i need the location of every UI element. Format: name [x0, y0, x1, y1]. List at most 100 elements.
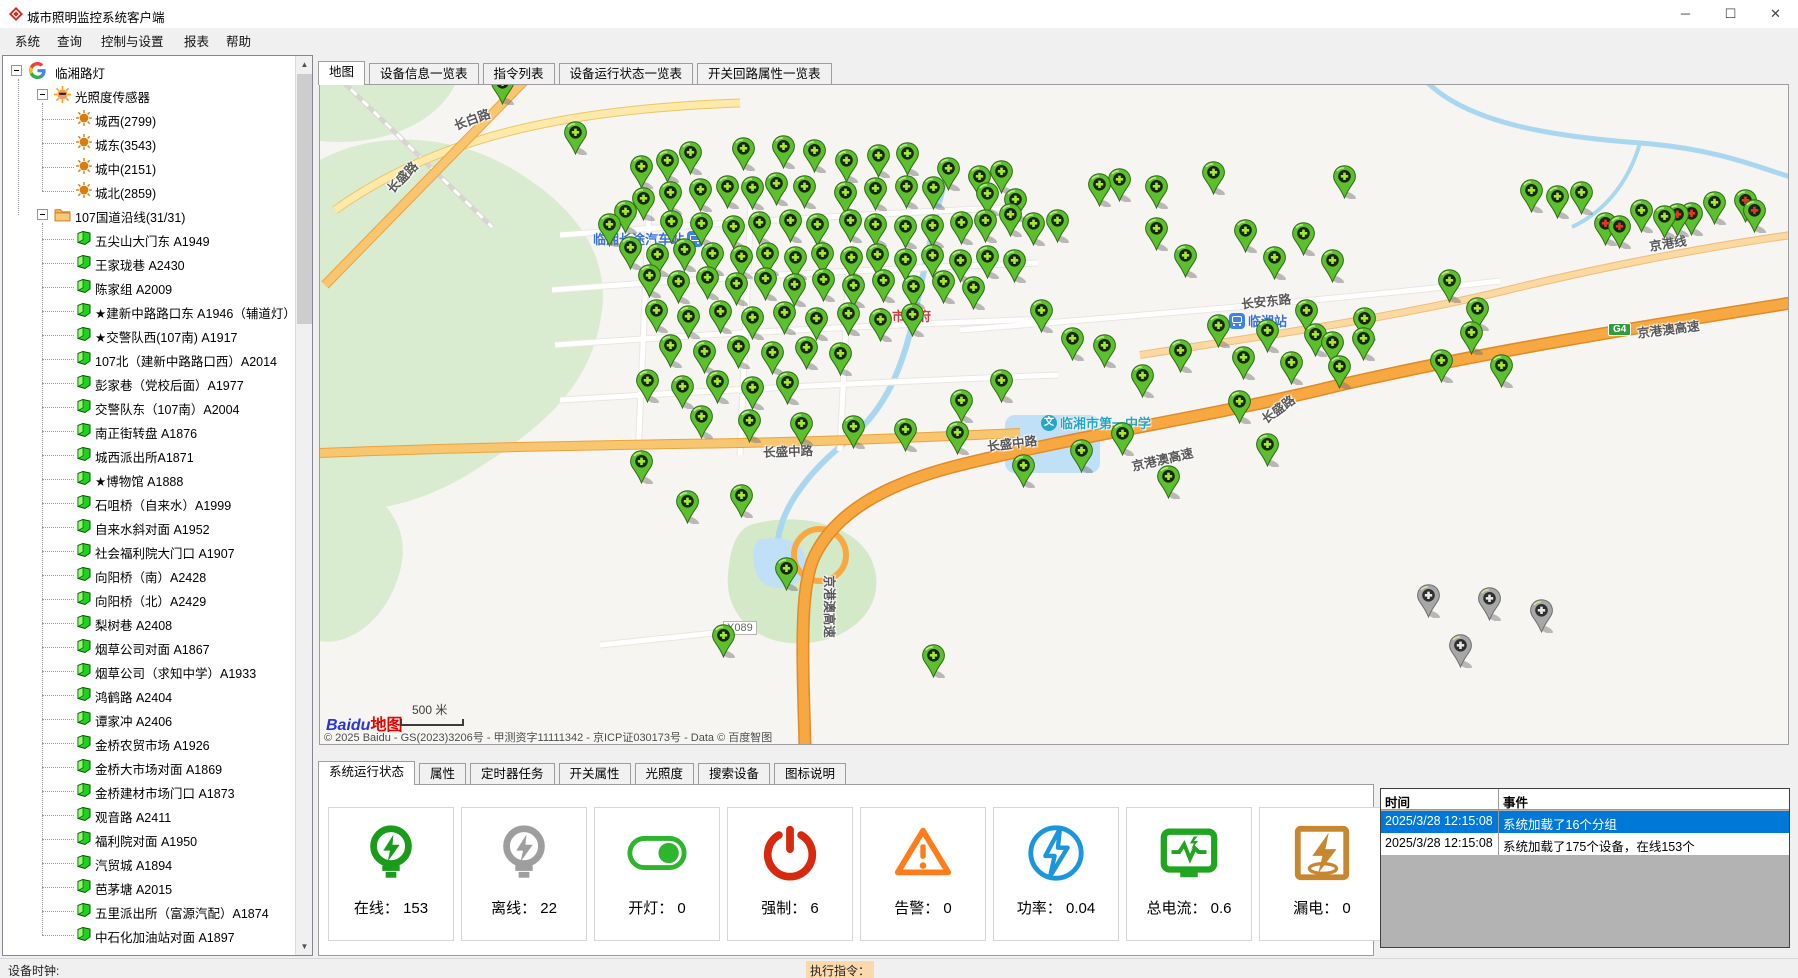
map-pin-device[interactable] [1206, 314, 1231, 353]
tree-item-device[interactable]: 鸿鹤路 A2404 [3, 683, 312, 707]
map-pin-device[interactable] [1255, 433, 1280, 472]
map-pin-device[interactable] [1201, 161, 1226, 200]
map-pin-device[interactable] [775, 371, 800, 410]
map-pin-device[interactable] [705, 370, 730, 409]
tree-item-device[interactable]: 城西派出所A1871 [3, 443, 312, 467]
map-pin-device[interactable] [737, 409, 762, 448]
map-pin-device[interactable] [836, 302, 861, 341]
tree-expander-icon[interactable] [37, 209, 48, 220]
event-row[interactable]: 2025/3/28 12:15:08系统加载了16个分组 [1381, 811, 1789, 833]
map-pin-device[interactable] [921, 644, 946, 683]
map-pin-device[interactable] [1437, 269, 1462, 308]
tree-item-device[interactable]: 交警队东（107南）A2004 [3, 395, 312, 419]
map-pin-device[interactable] [563, 121, 588, 160]
map-pin-device[interactable] [1002, 249, 1027, 288]
tree-item-device[interactable]: 石咀桥（自来水）A1999 [3, 491, 312, 515]
map-pin-device[interactable] [1060, 327, 1085, 366]
map-pin-device[interactable] [490, 84, 515, 110]
menu-item-1[interactable]: 查询 [51, 32, 88, 52]
map-pin-device[interactable] [1279, 351, 1304, 390]
map-pin-device[interactable] [828, 342, 853, 381]
minimize-button[interactable]: ─ [1663, 0, 1708, 28]
map-pin-offline[interactable] [1477, 587, 1502, 626]
tree-item-device[interactable]: 烟草公司对面 A1867 [3, 635, 312, 659]
tree-item-sensor[interactable]: 城西(2799) [3, 107, 312, 131]
bottom-tab-2[interactable]: 定时器任务 [470, 763, 555, 784]
map-canvas[interactable]: 长白路长盛路长安东路京港线长盛路长盛中路长盛中路京港澳高速京港澳高速京港澳高速X… [319, 84, 1789, 745]
map-pin-device[interactable] [1327, 355, 1352, 394]
map-pin-device[interactable] [1087, 173, 1112, 212]
map-tab-4[interactable]: 开关回路属性一览表 [697, 63, 832, 84]
tree-item-sensor[interactable]: 城东(3543) [3, 131, 312, 155]
map-pin-device[interactable] [1519, 179, 1544, 218]
map-pin-device[interactable] [726, 335, 751, 374]
map-pin-device[interactable] [678, 141, 703, 180]
map-tab-3[interactable]: 设备运行状态一览表 [559, 63, 694, 84]
map-pin-device[interactable] [838, 209, 863, 248]
map-pin-device[interactable] [1144, 175, 1169, 214]
map-pin-device[interactable] [637, 264, 662, 303]
map-pin-device[interactable] [1291, 222, 1316, 261]
map-pin-device[interactable] [794, 336, 819, 375]
tree-item-device[interactable]: 金桥农贸市场 A1926 [3, 731, 312, 755]
map-pin-device[interactable] [778, 209, 803, 248]
map-pin-device[interactable] [629, 450, 654, 489]
tree-item-device[interactable]: 五里派出所（富源汽配）A1874 [3, 899, 312, 923]
tree-item-device[interactable]: 福利院对面 A1950 [3, 827, 312, 851]
tree-item-sensor[interactable]: 城中(2151) [3, 155, 312, 179]
map-pin-device[interactable] [729, 484, 754, 523]
map-pin-device[interactable] [1255, 319, 1280, 358]
tree-item-device[interactable]: 自来水斜对面 A1952 [3, 515, 312, 539]
map-pin-device[interactable] [811, 268, 836, 307]
tree-item-device[interactable]: 梨树巷 A2408 [3, 611, 312, 635]
map-pin-device[interactable] [1227, 390, 1252, 429]
map-pin-device[interactable] [1092, 334, 1117, 373]
map-pin-device[interactable] [802, 139, 827, 178]
scroll-down-icon[interactable]: ▼ [296, 938, 313, 955]
map-pin-device[interactable] [1130, 364, 1155, 403]
map-pin-device[interactable] [1569, 181, 1594, 220]
map-pin-device[interactable] [1489, 354, 1514, 393]
map-pin-device[interactable] [1029, 299, 1054, 338]
map-pin-device[interactable] [871, 269, 896, 308]
map-pin-device[interactable] [708, 300, 733, 339]
tree-item-device[interactable]: 谭家冲 A2406 [3, 707, 312, 731]
tree-item-device[interactable]: 金桥大市场对面 A1869 [3, 755, 312, 779]
menu-item-4[interactable]: 帮助 [220, 32, 257, 52]
bottom-tab-1[interactable]: 属性 [419, 763, 466, 784]
map-pin-device[interactable] [644, 299, 669, 338]
map-pin-offline[interactable] [1416, 584, 1441, 623]
menu-item-2[interactable]: 控制与设置 [95, 32, 170, 52]
maximize-button[interactable]: ☐ [1708, 0, 1753, 28]
map-pin-device[interactable] [894, 175, 919, 214]
tree-item-device[interactable]: 南正街转盘 A1876 [3, 419, 312, 443]
map-tab-0-active[interactable]: 地图 [318, 61, 365, 85]
tree-item-device[interactable]: 汽贸城 A1894 [3, 851, 312, 875]
map-pin-device[interactable] [675, 490, 700, 529]
event-row[interactable]: 2025/3/28 12:15:08系统加载了175个设备，在线153个 [1381, 833, 1789, 855]
scroll-up-icon[interactable]: ▲ [296, 56, 313, 73]
tree-item-device[interactable]: 陈家组 A2009 [3, 275, 312, 299]
tree-item-device[interactable]: 芭茅塘 A2015 [3, 875, 312, 899]
tree-item-device[interactable]: 彭家巷（党校后面）A1977 [3, 371, 312, 395]
tree-item-device[interactable]: ★建新中路路口东 A1946（辅道灯） [3, 299, 312, 323]
map-pin-device[interactable] [1629, 199, 1654, 238]
map-pin-device[interactable] [1045, 209, 1070, 248]
map-pin-device[interactable] [868, 308, 893, 347]
map-pin-device[interactable] [1702, 191, 1727, 230]
event-log[interactable]: 时间 事件 2025/3/28 12:15:08系统加载了16个分组2025/3… [1380, 788, 1790, 948]
map-pin-device[interactable] [1429, 349, 1454, 388]
map-pin-device[interactable] [1168, 339, 1193, 378]
tree-expander-icon[interactable] [37, 89, 48, 100]
map-pin-device[interactable] [973, 209, 998, 248]
tree-item-device[interactable]: 向阳桥（北）A2429 [3, 587, 312, 611]
map-pin-device[interactable] [789, 412, 814, 451]
bottom-tab-3[interactable]: 开关属性 [559, 763, 631, 784]
tree-scrollbar[interactable]: ▲ ▼ [295, 56, 312, 955]
map-pin-device[interactable] [1011, 454, 1036, 493]
map-pin-device[interactable] [961, 276, 986, 315]
tree-item-device[interactable]: 社会福利院大门口 A1907 [3, 539, 312, 563]
close-button[interactable]: ✕ [1753, 0, 1798, 28]
map-pin-device[interactable] [1069, 439, 1094, 478]
bottom-tab-5[interactable]: 搜索设备 [698, 763, 770, 784]
